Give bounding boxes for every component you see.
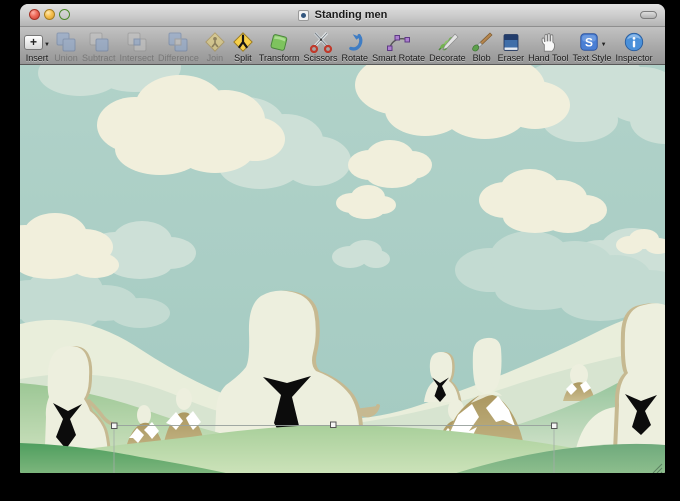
toolbar-item-rotate[interactable]: Rotate (340, 29, 371, 63)
toolbar-item-scissors[interactable]: Scissors (302, 29, 340, 63)
toolbar-item-label: Smart Rotate (372, 53, 426, 63)
window-title: Standing men (314, 9, 388, 21)
document-canvas[interactable] (20, 65, 665, 473)
title-bar[interactable]: Standing men (20, 4, 665, 27)
chevron-down-icon: ▼ (600, 42, 607, 48)
plus-insert-icon: + ▼ (24, 34, 50, 50)
hand-icon (541, 33, 556, 52)
rotate-arrow-icon (349, 33, 363, 51)
decorate-branch-icon (438, 33, 459, 51)
inspector-info-icon (624, 32, 644, 52)
toolbar-item-label: Join (206, 53, 224, 63)
scissors-icon (309, 31, 332, 53)
paintbrush-icon (471, 32, 493, 52)
svg-text:S: S (585, 36, 593, 50)
toolbar-item-label: Blob (472, 53, 491, 63)
toolbar-item-label: Subtract (81, 53, 116, 63)
document-proxy-icon (297, 9, 309, 21)
toolbar-item-transform[interactable]: Transform (257, 29, 302, 63)
toolbar-item-join: Join (201, 29, 229, 63)
toolbar-item-inspector[interactable]: Inspector (614, 29, 655, 63)
toolbar-item-label: Split (234, 53, 252, 63)
toolbar-item-decorate[interactable]: Decorate (427, 29, 468, 63)
toolbar-toggle-button[interactable] (640, 11, 657, 19)
toolbar-item-label: Scissors (303, 53, 338, 63)
boolean-subtract-icon (89, 32, 109, 52)
artwork[interactable] (20, 65, 665, 473)
smart-rotate-icon (386, 35, 410, 51)
close-button[interactable] (29, 9, 40, 20)
toolbar-item-union: Union (52, 29, 80, 63)
toolbar-item-smart-rotate[interactable]: Smart Rotate (370, 29, 427, 63)
selection-handle[interactable] (330, 421, 337, 428)
toolbar-item-label: Eraser (497, 53, 525, 63)
toolbar-item-eraser[interactable]: Eraser (496, 29, 527, 63)
join-diamond-icon (205, 32, 225, 52)
selection-handle[interactable] (551, 422, 558, 429)
toolbar-item-difference: Difference (156, 29, 201, 63)
boolean-intersect-icon (127, 32, 147, 52)
toolbar-item-label: Inspector (615, 53, 653, 63)
boolean-union-icon (56, 32, 76, 52)
toolbar-item-split[interactable]: Split (229, 29, 257, 63)
toolbar-item-label: Transform (258, 53, 300, 63)
toolbar-item-label: Insert (25, 53, 49, 63)
toolbar-item-blob[interactable]: Blob (468, 29, 496, 63)
toolbar-item-hand-tool[interactable]: Hand Tool (526, 29, 570, 63)
transform-shape-icon (270, 34, 288, 51)
eraser-icon (503, 34, 519, 51)
toolbar-item-label: Union (54, 53, 78, 63)
toolbar-item-subtract: Subtract (80, 29, 118, 63)
text-style-icon: S (579, 33, 598, 51)
toolbar-item-text-style[interactable]: S ▼ Text Style (571, 29, 614, 63)
toolbar-item-label: Decorate (429, 53, 466, 63)
toolbar-item-label: Difference (158, 53, 199, 63)
toolbar-item-label: Hand Tool (528, 53, 569, 63)
selection-handle[interactable] (111, 422, 118, 429)
app-window: Standing men + ▼ Insert Union Subtract I… (20, 4, 665, 473)
split-diamond-icon (233, 32, 253, 52)
boolean-difference-icon (168, 32, 188, 52)
toolbar: + ▼ Insert Union Subtract Intersect Diff… (20, 27, 665, 65)
toolbar-item-label: Text Style (572, 53, 612, 63)
toolbar-item-label: Rotate (341, 53, 369, 63)
toolbar-item-insert[interactable]: + ▼ Insert (22, 29, 52, 63)
minimize-button[interactable] (44, 9, 55, 20)
zoom-button[interactable] (59, 9, 70, 20)
toolbar-item-intersect: Intersect (117, 29, 156, 63)
toolbar-item-label: Intersect (119, 53, 154, 63)
